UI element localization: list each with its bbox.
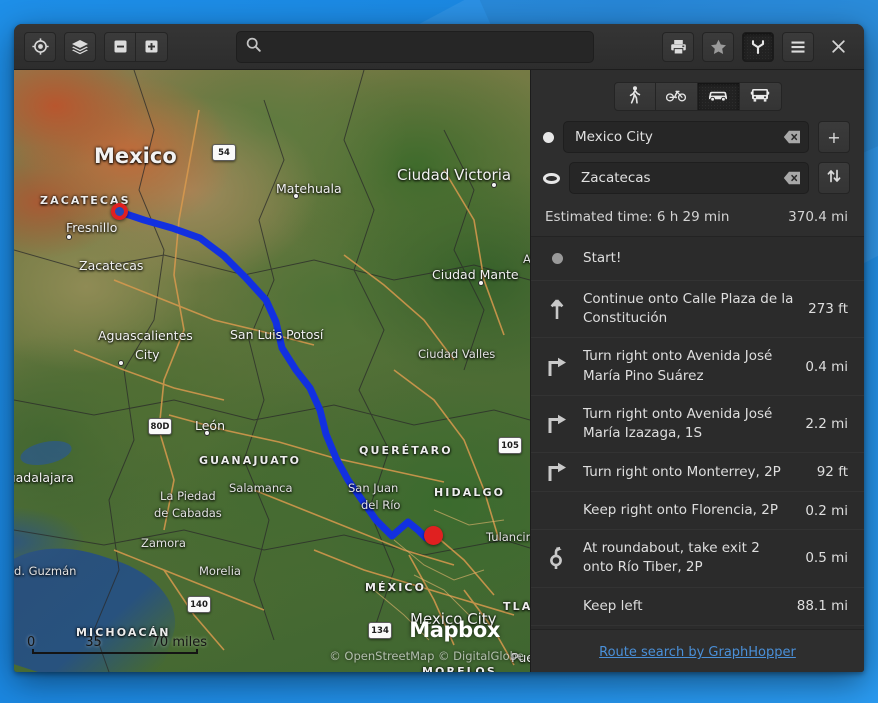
city-dot xyxy=(293,193,299,199)
city-dot xyxy=(118,360,124,366)
maps-application-window: Mexico ZACATECAS Fresnillo Zacatecas Aguasca… xyxy=(14,24,864,672)
route-sidebar: + xyxy=(530,70,864,672)
clear-start-icon[interactable] xyxy=(783,130,801,144)
zoom-out-icon[interactable] xyxy=(104,31,136,62)
mode-transit-button[interactable] xyxy=(739,82,782,111)
highway-shield: 134 xyxy=(368,622,392,639)
route-instruction-row[interactable]: Start! xyxy=(531,237,864,282)
highway-shield: 80D xyxy=(148,418,172,435)
map-roads xyxy=(14,70,530,672)
start-point-input[interactable] xyxy=(575,129,783,145)
close-icon[interactable] xyxy=(822,32,854,62)
city-dot xyxy=(204,430,210,436)
header-right-buttons xyxy=(662,31,854,62)
instruction-distance: 2.2 mi xyxy=(805,415,848,432)
mapbox-logo: Mapbox xyxy=(409,618,500,642)
zoom-in-icon[interactable] xyxy=(136,31,168,62)
search-box[interactable] xyxy=(236,30,594,63)
mode-pedestrian-button[interactable] xyxy=(613,82,656,111)
instruction-text: At roundabout, take exit 2 onto Río Tibe… xyxy=(583,540,760,576)
add-point-button[interactable]: + xyxy=(818,121,850,153)
scale-max: 70 miles xyxy=(151,635,207,650)
route-footer: Route search by GraphHopper xyxy=(531,629,864,672)
highway-shield: 140 xyxy=(187,596,211,613)
destination-point-marker-icon xyxy=(543,172,560,184)
start-point-field[interactable] xyxy=(563,121,809,153)
window-body: Mexico ZACATECAS Fresnillo Zacatecas Aguasca… xyxy=(14,70,864,672)
instruction-distance: 0.4 mi xyxy=(805,358,848,375)
route-instruction-row[interactable]: Turn right onto Avenida José María Izaza… xyxy=(531,396,864,454)
plus-icon: + xyxy=(827,127,841,147)
scale-mid: 35 xyxy=(85,635,102,650)
search-area xyxy=(176,30,654,63)
route-distance-label: 370.4 mi xyxy=(788,209,848,225)
turn-right-icon xyxy=(545,414,569,434)
bus-icon xyxy=(750,87,770,107)
route-start-marker[interactable] xyxy=(424,526,443,545)
instruction-text: Keep right onto Florencia, 2P xyxy=(583,502,778,519)
instruction-text: Keep left xyxy=(583,597,643,614)
city-dot xyxy=(66,234,72,240)
estimated-time-label: Estimated time: 6 h 29 min xyxy=(545,209,730,225)
mode-car-button[interactable] xyxy=(697,82,740,111)
roundabout-icon xyxy=(545,546,569,570)
map-attribution: © OpenStreetMap © DigitalGlobe xyxy=(329,649,524,663)
instruction-text: Turn right onto Avenida José María Pino … xyxy=(583,348,773,384)
destination-point-field[interactable] xyxy=(569,162,809,194)
city-dot xyxy=(491,182,497,188)
transport-mode-selector xyxy=(531,70,864,121)
highway-shield: 54 xyxy=(212,144,236,161)
graphhopper-attribution-link[interactable]: Route search by GraphHopper xyxy=(599,645,796,660)
route-instruction-row[interactable]: Turn right onto Monterrey, 2P 92 ft xyxy=(531,453,864,493)
print-icon[interactable] xyxy=(662,31,694,62)
route-instruction-row[interactable]: Continue onto Calle Plaza de la Constitu… xyxy=(531,281,864,339)
highway-shield: 105 xyxy=(498,437,522,454)
instruction-text: Turn right onto Monterrey, 2P xyxy=(583,463,781,480)
route-destination-row xyxy=(531,162,864,194)
gps-location-icon[interactable] xyxy=(24,31,56,62)
instruction-distance: 92 ft xyxy=(816,464,848,481)
instruction-text: Turn right onto Avenida José María Izaza… xyxy=(583,405,773,441)
route-instructions-list[interactable]: Start! Continue onto Calle Plaza de la Co… xyxy=(531,237,864,629)
route-icon[interactable] xyxy=(742,31,774,62)
route-end-marker[interactable] xyxy=(111,203,128,220)
instruction-distance: 88.1 mi xyxy=(796,598,848,615)
layers-icon[interactable] xyxy=(64,31,96,62)
route-instruction-row[interactable]: Keep right onto Florencia, 2P 0.2 mi xyxy=(531,492,864,531)
route-start-row: + xyxy=(531,121,864,153)
search-icon xyxy=(246,37,261,56)
clear-destination-icon[interactable] xyxy=(783,171,801,185)
map-canvas[interactable]: Mexico ZACATECAS Fresnillo Zacatecas Aguasca… xyxy=(14,70,530,672)
zoom-controls xyxy=(104,31,168,62)
route-instruction-row[interactable]: Keep left 88.1 mi xyxy=(531,588,864,626)
route-instruction-row[interactable]: Turn right onto Avenida José María Pino … xyxy=(531,338,864,396)
header-bar xyxy=(14,24,864,70)
search-input[interactable] xyxy=(268,39,584,54)
car-icon xyxy=(707,87,729,106)
star-icon[interactable] xyxy=(702,31,734,62)
bike-icon xyxy=(665,87,687,106)
walk-icon xyxy=(627,85,642,108)
turn-right-icon xyxy=(545,462,569,482)
destination-point-input[interactable] xyxy=(581,170,783,186)
instruction-text: Start! xyxy=(583,250,622,266)
city-dot xyxy=(478,280,484,286)
start-point-marker-icon xyxy=(543,131,554,143)
instruction-text: Continue onto Calle Plaza de la Constitu… xyxy=(583,291,794,327)
swap-points-button[interactable] xyxy=(818,162,850,194)
instruction-distance: 0.2 mi xyxy=(805,502,848,519)
route-estimate-row: Estimated time: 6 h 29 min 370.4 mi xyxy=(531,203,864,237)
mode-bicycle-button[interactable] xyxy=(655,82,698,111)
scale-min: 0 xyxy=(27,635,36,650)
turn-right-icon xyxy=(545,357,569,377)
instruction-distance: 0.5 mi xyxy=(805,550,848,567)
instruction-distance: 273 ft xyxy=(808,301,848,318)
start-dot-icon xyxy=(545,253,569,265)
hamburger-menu-icon[interactable] xyxy=(782,31,814,62)
map-scale-bar: 0 35 70 miles xyxy=(27,635,207,654)
swap-arrows-icon xyxy=(826,168,842,188)
route-instruction-row[interactable]: At roundabout, take exit 2 onto Río Tibe… xyxy=(531,530,864,588)
arrow-straight-icon xyxy=(545,298,569,320)
